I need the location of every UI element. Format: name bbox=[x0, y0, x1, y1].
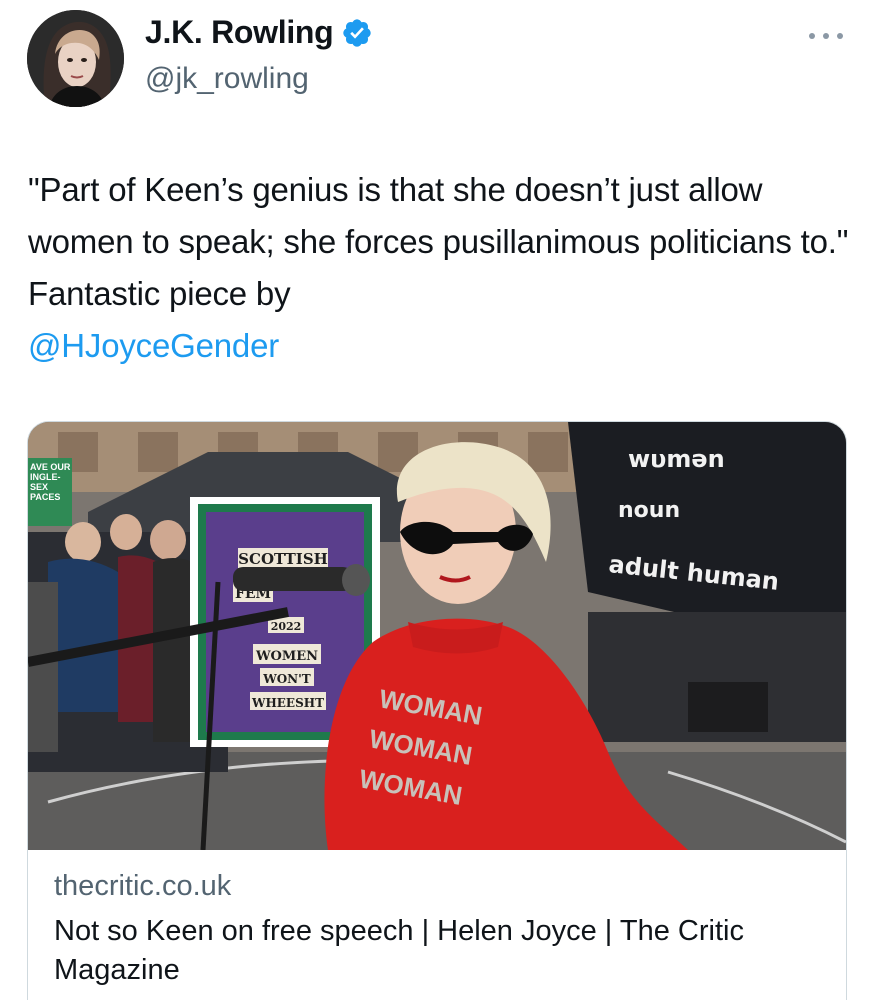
author-handle[interactable]: @jk_rowling bbox=[145, 62, 309, 96]
dot-icon bbox=[809, 33, 815, 39]
sign-line: WON'T bbox=[262, 672, 311, 686]
placard-line: AVE OUR bbox=[30, 462, 71, 472]
tweet-text: "Part of Keen’s genius is that she doesn… bbox=[28, 164, 858, 372]
tweet: J.K. Rowling @jk_rowling "Part of Keen’s… bbox=[0, 0, 873, 1000]
display-name[interactable]: J.K. Rowling bbox=[145, 14, 334, 51]
card-title[interactable]: Not so Keen on free speech | Helen Joyce… bbox=[54, 912, 824, 990]
dot-icon bbox=[823, 33, 829, 39]
mention-link[interactable]: @HJoyceGender bbox=[28, 327, 279, 364]
sign-line: 2022 bbox=[271, 620, 302, 633]
sign-line: WOMEN bbox=[255, 649, 318, 664]
banner-line: noun bbox=[618, 498, 680, 523]
banner-line: wυmən bbox=[628, 445, 725, 473]
protest-photo: AVE OUR INGLE- SEX PACES SCOTTISH FEM 20… bbox=[28, 422, 846, 850]
link-card[interactable]: AVE OUR INGLE- SEX PACES SCOTTISH FEM 20… bbox=[27, 421, 847, 1000]
verified-badge-icon bbox=[343, 18, 372, 47]
avatar-photo bbox=[27, 10, 124, 107]
more-options-icon[interactable] bbox=[809, 28, 843, 44]
card-image[interactable]: AVE OUR INGLE- SEX PACES SCOTTISH FEM 20… bbox=[28, 422, 846, 850]
placard-line: INGLE- bbox=[30, 472, 61, 482]
placard-line: SEX bbox=[30, 482, 48, 492]
avatar[interactable] bbox=[27, 10, 124, 107]
sign-line: WHEESHT bbox=[251, 696, 324, 710]
dot-icon bbox=[837, 33, 843, 39]
placard-line: PACES bbox=[30, 492, 60, 502]
author-name-row[interactable]: J.K. Rowling bbox=[145, 14, 373, 51]
sign-line: SCOTTISH bbox=[238, 550, 328, 568]
card-domain[interactable]: thecritic.co.uk bbox=[54, 870, 231, 903]
tweet-body: "Part of Keen’s genius is that she doesn… bbox=[28, 171, 849, 312]
